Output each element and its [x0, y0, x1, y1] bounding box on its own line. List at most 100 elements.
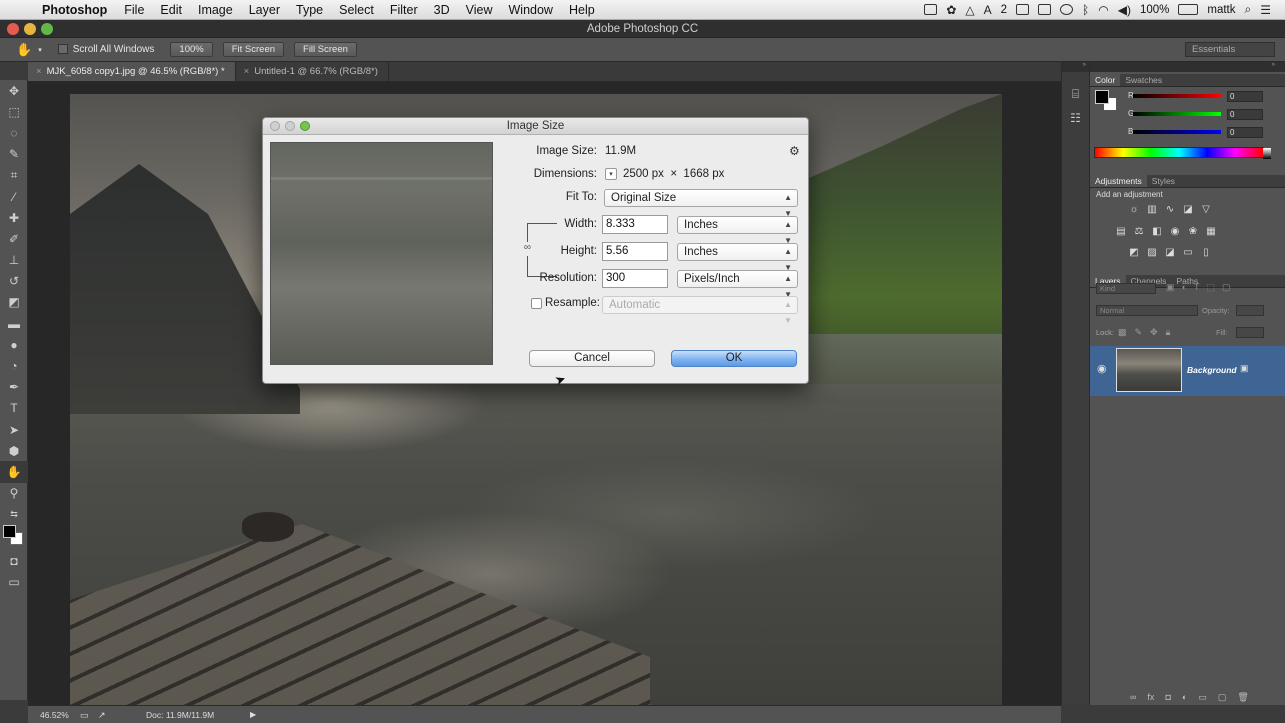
- close-tab-icon[interactable]: ×: [244, 66, 250, 77]
- smart-object-filter-icon[interactable]: ▢: [1222, 282, 1231, 293]
- color-lookup-icon[interactable]: ▦: [1205, 225, 1217, 237]
- properties-panel-icon[interactable]: ☷: [1066, 108, 1086, 128]
- selective-color-icon[interactable]: ▯: [1200, 246, 1212, 258]
- menu-select[interactable]: Select: [331, 3, 382, 17]
- clock-icon[interactable]: [1060, 4, 1074, 15]
- blend-mode-select[interactable]: Normal: [1096, 305, 1198, 316]
- menu-window[interactable]: Window: [501, 3, 561, 17]
- curves-icon[interactable]: ∿: [1164, 203, 1176, 215]
- brightness-contrast-icon[interactable]: ☼: [1128, 203, 1140, 215]
- healing-brush-tool-icon[interactable]: ✚: [0, 207, 28, 228]
- dodge-tool-icon[interactable]: ◔: [0, 355, 28, 376]
- menu-view[interactable]: View: [458, 3, 501, 17]
- wifi-icon[interactable]: ◠: [1098, 3, 1108, 17]
- zoom-level[interactable]: 46.52%: [40, 706, 69, 723]
- eraser-tool-icon[interactable]: ◩: [0, 292, 28, 313]
- pixel-filter-icon[interactable]: ▣: [1166, 282, 1175, 293]
- foreground-color-swatch[interactable]: [3, 525, 16, 538]
- height-input[interactable]: 5.56: [602, 242, 668, 261]
- dialog-zoom-button[interactable]: [300, 121, 310, 131]
- history-brush-tool-icon[interactable]: ↺: [0, 271, 28, 292]
- color-spectrum[interactable]: [1094, 147, 1271, 159]
- green-slider[interactable]: [1133, 112, 1221, 116]
- photo-filter-icon[interactable]: ◉: [1169, 225, 1181, 237]
- image-preview[interactable]: [270, 142, 493, 365]
- display-icon[interactable]: [1038, 4, 1052, 15]
- eyedropper-tool-icon[interactable]: ⁄: [0, 186, 28, 207]
- collapse-dock-icon[interactable]: »: [1062, 62, 1089, 72]
- user-name[interactable]: mattk: [1207, 4, 1235, 16]
- scroll-all-windows-option[interactable]: Scroll All Windows: [57, 44, 154, 55]
- crop-tool-icon[interactable]: ⌗: [0, 165, 28, 186]
- exposure-icon[interactable]: ◪: [1182, 203, 1194, 215]
- hand-tool-preset-icon[interactable]: ✋: [16, 42, 32, 58]
- lock-image-icon[interactable]: ✎: [1135, 327, 1143, 338]
- zoom-100-button[interactable]: 100%: [170, 42, 213, 57]
- fit-to-select[interactable]: Original Size ▲ ▼: [604, 189, 798, 218]
- menu-type[interactable]: Type: [288, 3, 331, 17]
- path-selection-tool-icon[interactable]: ➤: [0, 419, 28, 440]
- lock-transparent-icon[interactable]: ▩: [1118, 327, 1127, 338]
- cancel-button[interactable]: Cancel: [529, 350, 655, 367]
- preset-dropdown-icon[interactable]: ▾: [38, 46, 42, 54]
- tab-untitled-1[interactable]: × Untitled-1 @ 66.7% (RGB/8*): [236, 62, 389, 81]
- layer-row-background[interactable]: ◉ Background ▣: [1090, 346, 1285, 396]
- camera-icon[interactable]: [924, 4, 938, 15]
- menu-edit[interactable]: Edit: [152, 3, 190, 17]
- tab-adjustments[interactable]: Adjustments: [1090, 175, 1147, 187]
- lock-all-icon[interactable]: 🔒︎: [1166, 327, 1171, 338]
- mail-icon[interactable]: [1016, 4, 1030, 15]
- dialog-minimize-button[interactable]: [285, 121, 295, 131]
- gradient-map-icon[interactable]: ▭: [1182, 246, 1194, 258]
- green-value[interactable]: 0: [1227, 109, 1263, 120]
- layer-thumbnail[interactable]: [1116, 348, 1182, 392]
- app-menu-photoshop[interactable]: Photoshop: [32, 3, 116, 17]
- swap-colors-icon[interactable]: ⇆: [0, 504, 28, 525]
- ok-button[interactable]: OK: [671, 350, 797, 367]
- adobe-icon[interactable]: A: [984, 3, 992, 17]
- layer-filter-kind[interactable]: Kind: [1096, 283, 1156, 294]
- dialog-close-button[interactable]: [270, 121, 280, 131]
- constrain-proportions-link-icon[interactable]: ∞: [522, 242, 533, 256]
- new-group-icon[interactable]: ▭: [1198, 692, 1207, 703]
- blue-slider[interactable]: [1133, 130, 1221, 134]
- link-layers-icon[interactable]: ∞: [1130, 692, 1136, 703]
- volume-icon[interactable]: ◀): [1118, 3, 1131, 17]
- new-fill-layer-icon[interactable]: ◐: [1182, 692, 1187, 703]
- resolution-unit-select[interactable]: Pixels/Inch ▲ ▼: [677, 270, 798, 299]
- move-tool-icon[interactable]: ✥: [0, 80, 28, 101]
- menu-file[interactable]: File: [116, 3, 152, 17]
- pen-tool-icon[interactable]: ✒: [0, 377, 28, 398]
- menu-layer[interactable]: Layer: [241, 3, 288, 17]
- shape-tool-icon[interactable]: ⬢: [0, 440, 28, 461]
- search-icon[interactable]: ⌕: [1245, 2, 1252, 17]
- vibrance-icon[interactable]: ▽: [1200, 203, 1212, 215]
- zoom-window-button[interactable]: [41, 23, 53, 35]
- invert-icon[interactable]: ◩: [1128, 246, 1140, 258]
- notification-list-icon[interactable]: ☰: [1260, 3, 1271, 17]
- color-balance-icon[interactable]: ⚖: [1133, 225, 1145, 237]
- type-filter-icon[interactable]: T: [1194, 282, 1200, 293]
- tab-mjk-6058[interactable]: × MJK_6058 copy1.jpg @ 46.5% (RGB/8*) *: [28, 62, 236, 81]
- zoom-tool-icon[interactable]: ⚲: [0, 483, 28, 504]
- delete-layer-icon[interactable]: 🗑︎: [1237, 692, 1248, 703]
- brush-tool-icon[interactable]: ✐: [0, 228, 28, 249]
- close-window-button[interactable]: [7, 23, 19, 35]
- collapse-panels-icon[interactable]: »: [1090, 62, 1285, 72]
- opacity-input[interactable]: [1236, 305, 1264, 316]
- adjustment-filter-icon[interactable]: ◐: [1182, 282, 1187, 293]
- lock-position-icon[interactable]: ✥: [1150, 327, 1158, 338]
- bluetooth-icon[interactable]: ᛒ: [1082, 3, 1089, 17]
- status-view-icon[interactable]: ▭: [80, 706, 89, 723]
- minimize-window-button[interactable]: [24, 23, 36, 35]
- clone-stamp-tool-icon[interactable]: ⊥: [0, 250, 28, 271]
- hand-tool-icon[interactable]: ✋: [0, 461, 28, 483]
- resolution-input[interactable]: 300: [602, 269, 668, 288]
- workspace-switcher[interactable]: Essentials: [1185, 42, 1275, 57]
- color-panel-foreground-swatch[interactable]: [1095, 90, 1109, 104]
- puzzle-icon[interactable]: ✿: [946, 3, 956, 17]
- layer-style-icon[interactable]: fx: [1147, 692, 1154, 703]
- tab-styles[interactable]: Styles: [1147, 175, 1180, 187]
- width-input[interactable]: 8.333: [602, 215, 668, 234]
- height-unit-select[interactable]: Inches ▲ ▼: [677, 243, 798, 272]
